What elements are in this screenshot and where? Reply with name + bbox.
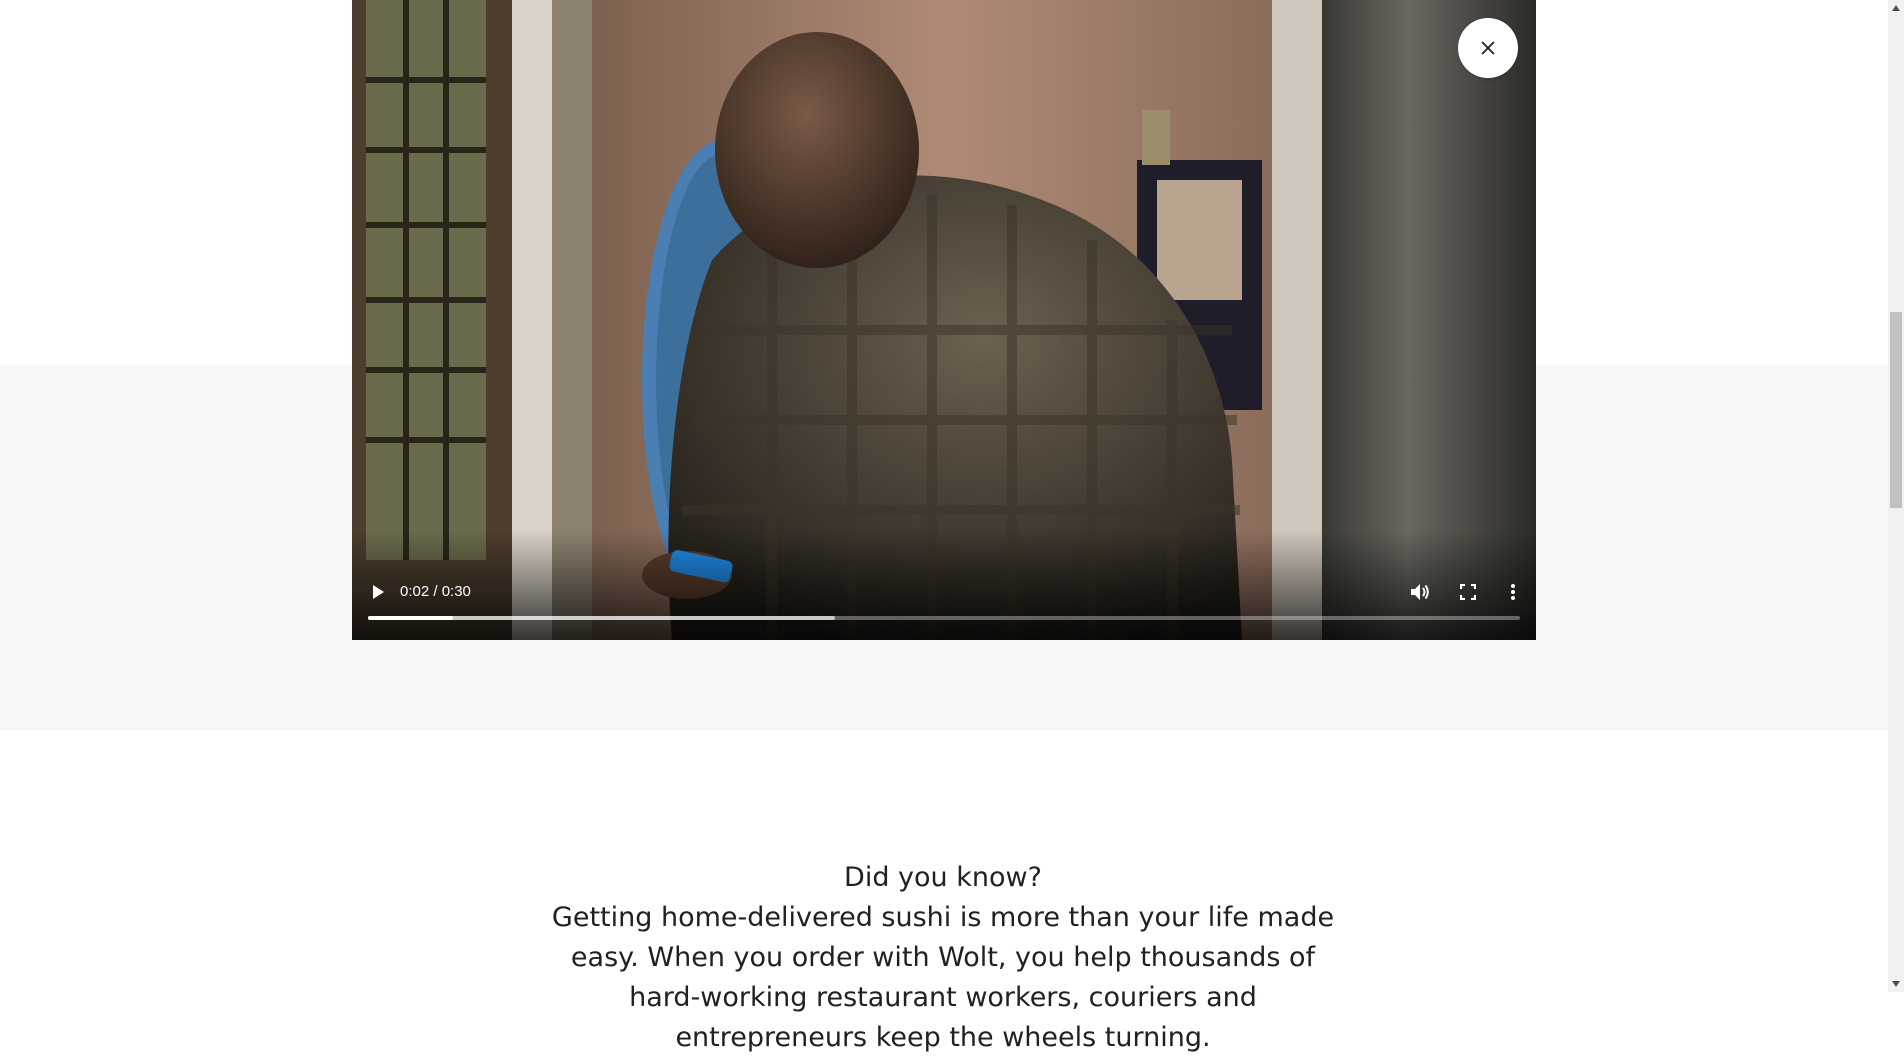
video-player[interactable]: 0:02 / 0:30	[352, 0, 1536, 640]
video-progress-bar[interactable]	[368, 616, 1520, 620]
more-options-button[interactable]	[1498, 570, 1528, 614]
fact-body: Getting home-delivered sushi is more tha…	[551, 902, 1335, 1053]
did-you-know-section: Did you know? Getting home-delivered sus…	[540, 858, 1346, 1058]
fact-heading: Did you know?	[844, 862, 1042, 893]
mute-button[interactable]	[1402, 570, 1438, 614]
scrollbar-thumb[interactable]	[1890, 312, 1902, 508]
page-scrollbar[interactable]	[1888, 0, 1904, 992]
play-icon	[373, 585, 384, 599]
close-icon	[1481, 41, 1495, 55]
scroll-down-button[interactable]	[1888, 976, 1904, 992]
play-button[interactable]	[364, 570, 392, 614]
scroll-up-button[interactable]	[1888, 0, 1904, 16]
played-range	[368, 616, 453, 620]
volume-icon	[1411, 584, 1429, 600]
arrow-down-icon	[1892, 981, 1900, 987]
time-display: 0:02 / 0:30	[400, 583, 471, 600]
fullscreen-icon	[1460, 584, 1476, 600]
fullscreen-button[interactable]	[1450, 570, 1486, 614]
arrow-up-icon	[1892, 5, 1900, 11]
controls-gradient	[352, 530, 1536, 640]
more-vertical-icon	[1511, 584, 1515, 600]
close-video-button[interactable]	[1458, 18, 1518, 78]
